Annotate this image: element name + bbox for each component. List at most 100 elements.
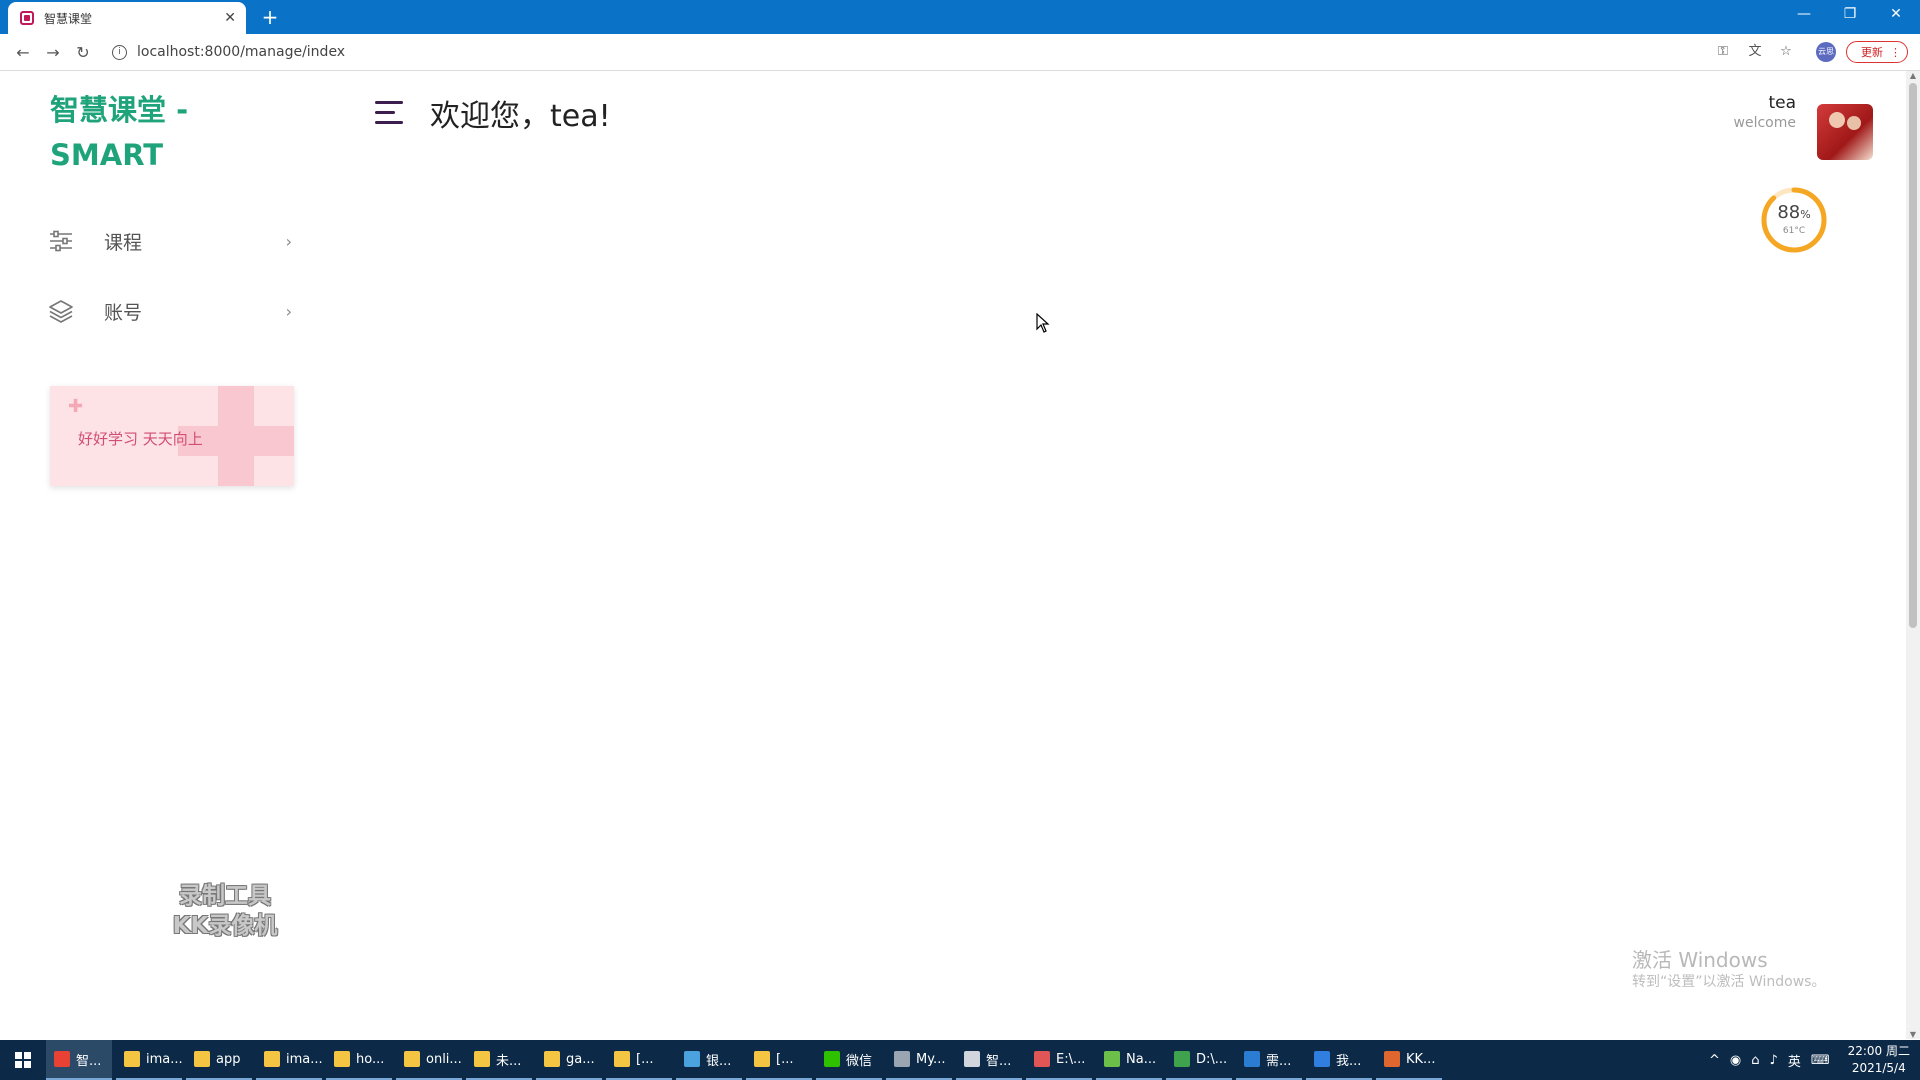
gauge-value: 88% [1777, 202, 1811, 223]
recorder-watermark: 录制工具 KK录像机 [172, 883, 278, 939]
app-icon [1314, 1051, 1330, 1067]
taskbar-app-label: KK... [1406, 1051, 1436, 1067]
taskbar-app-label: 银... [706, 1053, 732, 1069]
taskbar-app-button[interactable]: E:\... [1026, 1040, 1092, 1080]
taskbar-app-button[interactable]: onli... [396, 1040, 462, 1080]
taskbar-app-button[interactable]: ima... [256, 1040, 322, 1080]
update-button[interactable]: 更新 [1846, 41, 1908, 64]
sidebar-item-label: 课程 [104, 231, 143, 254]
tray-language[interactable]: 英 [1788, 1051, 1801, 1070]
taskbar-app-label: ima... [146, 1051, 182, 1067]
app-icon [684, 1051, 700, 1067]
close-window-button[interactable]: ✕ [1874, 0, 1918, 28]
app-icon [544, 1051, 560, 1067]
taskbar-app-button[interactable]: ima... [116, 1040, 182, 1080]
taskbar-app-button[interactable]: 智... [46, 1040, 112, 1080]
browser-tab-strip: 智慧课堂 ✕ + — ❐ ✕ [0, 0, 1920, 34]
taskbar-app-button[interactable]: 需... [1236, 1040, 1302, 1080]
chevron-right-icon: › [285, 231, 292, 251]
taskbar-app-button[interactable]: 我... [1306, 1040, 1372, 1080]
page-scrollbar[interactable]: ▲ ▼ [1906, 71, 1920, 1039]
bookmark-star-icon[interactable]: ☆ [1776, 42, 1796, 62]
mouse-cursor-icon [1036, 313, 1050, 333]
password-key-icon[interactable]: ⚿ [1713, 42, 1733, 62]
taskbar-app-button[interactable]: Na... [1096, 1040, 1162, 1080]
app-icon [614, 1051, 630, 1067]
windows-start-icon[interactable] [0, 1040, 46, 1080]
sidebar-item-label: 账号 [104, 301, 143, 324]
taskbar-app-button[interactable]: ho... [326, 1040, 392, 1080]
tray-chevron-up-icon[interactable]: ^ [1709, 1053, 1720, 1068]
taskbar-app-label: E:\... [1056, 1051, 1086, 1067]
minimize-button[interactable]: — [1782, 0, 1826, 28]
profile-avatar[interactable]: 云思 [1816, 42, 1836, 62]
address-bar[interactable]: i localhost:8000/manage/index [112, 39, 1672, 65]
tab-close-button[interactable]: ✕ [224, 10, 236, 26]
taskbar-clock[interactable]: 22:00 周二 2021/5/4 [1848, 1043, 1910, 1077]
user-name: tea [1768, 93, 1796, 113]
tray-network-icon[interactable]: ⌂ [1751, 1053, 1759, 1068]
menu-toggle-icon[interactable] [375, 101, 403, 125]
taskbar-app-button[interactable]: KK... [1376, 1040, 1442, 1080]
app-icon [1384, 1051, 1400, 1067]
user-info[interactable]: tea welcome [1734, 93, 1796, 131]
translate-icon[interactable]: 文 [1745, 42, 1765, 62]
scroll-down-icon[interactable]: ▼ [1906, 1030, 1920, 1039]
app-icon [404, 1051, 420, 1067]
browser-tab[interactable]: 智慧课堂 ✕ [8, 2, 246, 34]
scrollbar-thumb[interactable] [1909, 83, 1917, 628]
site-favicon-icon [20, 11, 34, 25]
taskbar-app-button[interactable]: 微信 [816, 1040, 882, 1080]
app-icon [1104, 1051, 1120, 1067]
tray-app-icon[interactable]: ◉ [1730, 1053, 1741, 1068]
app-icon [824, 1051, 840, 1067]
taskbar-app-button[interactable]: D:\... [1166, 1040, 1232, 1080]
sidebar-item-course[interactable]: 课程 › [48, 221, 298, 261]
scroll-up-icon[interactable]: ▲ [1906, 71, 1920, 80]
app-icon [894, 1051, 910, 1067]
taskbar-app-button[interactable]: [... [606, 1040, 672, 1080]
tray-volume-icon[interactable]: ♪ [1770, 1053, 1778, 1068]
taskbar-app-label: ho... [356, 1051, 385, 1067]
taskbar-app-label: D:\... [1196, 1051, 1228, 1067]
back-icon[interactable]: ← [8, 43, 38, 62]
taskbar-app-label: [... [636, 1051, 654, 1067]
taskbar-app-label: ima... [286, 1051, 322, 1067]
taskbar-app-label: 微信 [846, 1053, 873, 1069]
browser-toolbar: ← → ↻ i localhost:8000/manage/index ⚿ 文 … [0, 34, 1920, 71]
app-icon [334, 1051, 350, 1067]
tray-keyboard-icon[interactable]: ⌨ [1811, 1053, 1830, 1068]
promo-card[interactable]: ✚ 好好学习 天天向上 [50, 386, 294, 486]
taskbar-app-label: 我... [1336, 1053, 1362, 1069]
url-text: localhost:8000/manage/index [137, 44, 346, 60]
forward-icon[interactable]: → [38, 43, 68, 62]
app-icon [124, 1051, 140, 1067]
layers-icon [49, 300, 73, 323]
taskbar-app-button[interactable]: My... [886, 1040, 952, 1080]
taskbar-app-button[interactable]: [... [746, 1040, 812, 1080]
taskbar-app-button[interactable]: 未... [466, 1040, 532, 1080]
sidebar-item-account[interactable]: 账号 › [48, 291, 298, 331]
page-viewport: 智慧课堂 - SMART 课程 › 账号 › ✚ 好好学习 天天向上 欢迎您，t… [0, 71, 1906, 1039]
taskbar-app-label: ga... [566, 1051, 595, 1067]
system-gauge-widget[interactable]: 88% 61°C [1760, 186, 1828, 254]
site-info-icon[interactable]: i [112, 44, 127, 60]
restore-button[interactable]: ❐ [1828, 0, 1872, 28]
taskbar-app-button[interactable]: app [186, 1040, 252, 1080]
taskbar-app-button[interactable]: 银... [676, 1040, 742, 1080]
plus-icon: ✚ [68, 396, 84, 417]
app-icon [264, 1051, 280, 1067]
system-tray: ^ ◉ ⌂ ♪ 英 ⌨ 22:00 周二 2021/5/4 [1699, 1040, 1910, 1080]
brand-logo-text[interactable]: 智慧课堂 - SMART [50, 88, 260, 178]
taskbar-app-label: 需... [1266, 1053, 1292, 1069]
tab-title: 智慧课堂 [44, 11, 93, 26]
taskbar-app-label: 智... [986, 1053, 1012, 1069]
taskbar-app-button[interactable]: 智... [956, 1040, 1022, 1080]
new-tab-button[interactable]: + [258, 6, 282, 30]
user-avatar[interactable] [1817, 104, 1873, 160]
taskbar-app-button[interactable]: ga... [536, 1040, 602, 1080]
taskbar-app-label: [... [776, 1051, 794, 1067]
windows-activation-title: 激活 Windows [1632, 948, 1768, 972]
reload-icon[interactable]: ↻ [68, 43, 98, 62]
chevron-right-icon: › [285, 301, 292, 321]
